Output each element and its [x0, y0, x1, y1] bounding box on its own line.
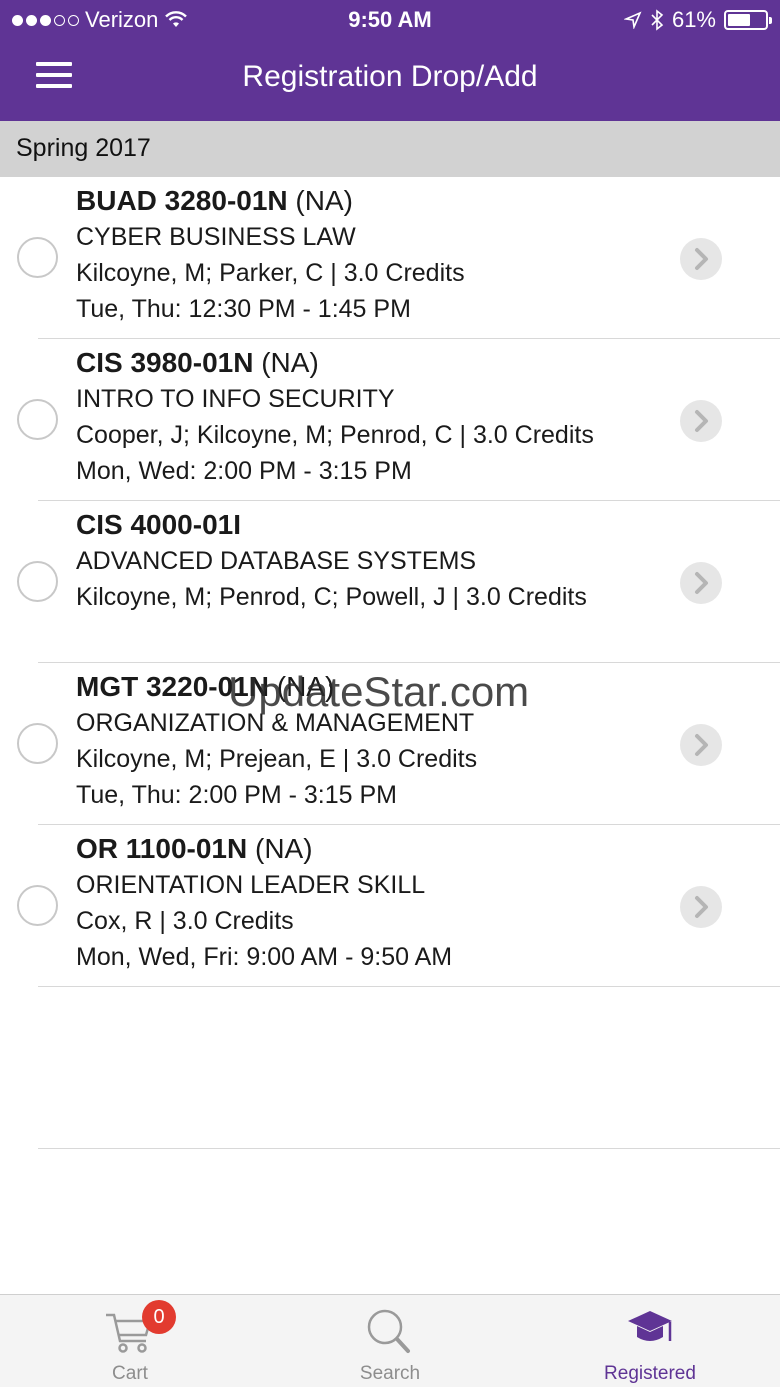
- course-detail-button[interactable]: [680, 562, 722, 604]
- tab-label-registered: Registered: [604, 1363, 696, 1384]
- tab-registered[interactable]: Registered: [520, 1295, 780, 1387]
- system-icons: 61%: [623, 7, 772, 33]
- course-schedule: Mon, Wed, Fri: 9:00 AM - 9:50 AM: [76, 943, 453, 971]
- course-detail-button[interactable]: [680, 724, 722, 766]
- location-arrow-icon: [623, 11, 642, 29]
- course-heading: BUAD 3280-01N (NA): [76, 183, 660, 219]
- status-bar: Verizon 9:50 AM 61%: [0, 0, 780, 40]
- course-code: CIS 4000-01I: [76, 509, 241, 540]
- course-code: MGT 3220-01N: [76, 671, 269, 702]
- course-instructors: Kilcoyne, M; Prejean, E | 3.0 Credits: [76, 745, 478, 773]
- empty-list-row: [0, 987, 780, 1149]
- tab-bar: 0 Cart Search Registered: [0, 1294, 780, 1387]
- tab-search[interactable]: Search: [260, 1295, 520, 1387]
- course-select-radio[interactable]: [17, 885, 58, 926]
- battery-icon: [724, 10, 772, 30]
- tab-cart[interactable]: 0 Cart: [0, 1295, 260, 1387]
- course-row[interactable]: OR 1100-01N (NA) ORIENTATION LEADER SKIL…: [0, 825, 780, 987]
- course-detail-button[interactable]: [680, 886, 722, 928]
- course-select-radio[interactable]: [17, 237, 58, 278]
- tab-label-cart: Cart: [112, 1363, 148, 1384]
- course-details: OR 1100-01N (NA) ORIENTATION LEADER SKIL…: [76, 831, 660, 975]
- chevron-right-icon: [695, 896, 708, 918]
- course-schedule: Mon, Wed: 2:00 PM - 3:15 PM: [76, 457, 412, 485]
- course-heading: CIS 4000-01I: [76, 507, 660, 543]
- course-row[interactable]: MGT 3220-01N (NA) ORGANIZATION & MANAGEM…: [0, 663, 780, 825]
- course-row[interactable]: CIS 3980-01N (NA) INTRO TO INFO SECURITY…: [0, 339, 780, 501]
- row-divider: [38, 1148, 780, 1149]
- course-code: BUAD 3280-01N: [76, 185, 288, 216]
- search-icon: [367, 1309, 410, 1353]
- course-title: ORGANIZATION & MANAGEMENT: [76, 709, 475, 737]
- course-select-radio[interactable]: [17, 399, 58, 440]
- course-status: (NA): [295, 185, 353, 216]
- course-row[interactable]: BUAD 3280-01N (NA) CYBER BUSINESS LAW Ki…: [0, 177, 780, 339]
- course-details: BUAD 3280-01N (NA) CYBER BUSINESS LAW Ki…: [76, 183, 660, 327]
- course-status: (NA): [261, 347, 319, 378]
- course-details: MGT 3220-01N (NA) ORGANIZATION & MANAGEM…: [76, 669, 660, 813]
- chevron-right-icon: [695, 572, 708, 594]
- course-instructors: Kilcoyne, M; Parker, C | 3.0 Credits: [76, 259, 465, 287]
- course-status: (NA): [255, 833, 313, 864]
- course-detail-button[interactable]: [680, 238, 722, 280]
- cart-count-badge: 0: [142, 1300, 176, 1334]
- chevron-right-icon: [695, 248, 708, 270]
- course-status: (NA): [276, 671, 335, 702]
- graduation-cap-icon: [628, 1311, 672, 1341]
- course-title: ORIENTATION LEADER SKILL: [76, 871, 426, 899]
- course-heading: CIS 3980-01N (NA): [76, 345, 660, 381]
- course-heading: OR 1100-01N (NA): [76, 831, 660, 867]
- course-instructors: Cooper, J; Kilcoyne, M; Penrod, C | 3.0 …: [76, 421, 594, 449]
- course-details: CIS 4000-01I ADVANCED DATABASE SYSTEMS K…: [76, 507, 660, 651]
- course-instructors: Cox, R | 3.0 Credits: [76, 907, 294, 935]
- course-schedule: Tue, Thu: 12:30 PM - 1:45 PM: [76, 295, 411, 323]
- header: Verizon 9:50 AM 61% Registration Drop/Ad…: [0, 0, 780, 121]
- page-title: Registration Drop/Add: [242, 60, 538, 93]
- tab-label-search: Search: [359, 1363, 421, 1384]
- nav-bar: Registration Drop/Add: [0, 40, 780, 121]
- course-schedule: [76, 615, 660, 651]
- course-detail-button[interactable]: [680, 400, 722, 442]
- chevron-right-icon: [695, 734, 708, 756]
- course-title: CYBER BUSINESS LAW: [76, 223, 356, 251]
- course-select-radio[interactable]: [17, 723, 58, 764]
- course-row[interactable]: CIS 4000-01I ADVANCED DATABASE SYSTEMS K…: [0, 501, 780, 663]
- course-title: ADVANCED DATABASE SYSTEMS: [76, 547, 477, 575]
- term-header: Spring 2017: [0, 121, 780, 177]
- course-title: INTRO TO INFO SECURITY: [76, 385, 395, 413]
- course-code: CIS 3980-01N: [76, 347, 254, 378]
- course-code: OR 1100-01N: [76, 833, 248, 864]
- course-instructors: Kilcoyne, M; Penrod, C; Powell, J | 3.0 …: [76, 583, 587, 611]
- course-list: BUAD 3280-01N (NA) CYBER BUSINESS LAW Ki…: [0, 177, 780, 1149]
- course-select-radio[interactable]: [17, 561, 58, 602]
- bluetooth-icon: [651, 9, 664, 31]
- course-details: CIS 3980-01N (NA) INTRO TO INFO SECURITY…: [76, 345, 660, 489]
- chevron-right-icon: [695, 410, 708, 432]
- course-heading: MGT 3220-01N (NA): [76, 669, 660, 705]
- course-schedule: Tue, Thu: 2:00 PM - 3:15 PM: [76, 781, 397, 809]
- battery-percent: 61%: [671, 7, 716, 32]
